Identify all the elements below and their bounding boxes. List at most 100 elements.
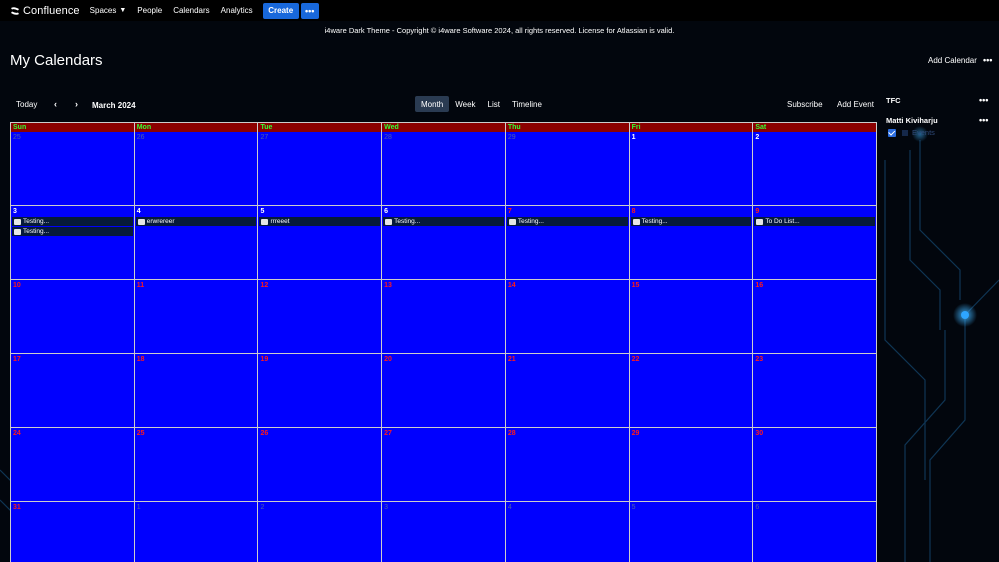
nav-calendars[interactable]: Calendars bbox=[173, 0, 209, 21]
calendar-item-events[interactable]: Events bbox=[888, 128, 935, 137]
weekday-wed: Wed bbox=[382, 122, 506, 132]
calendar-day-cell[interactable]: 17 bbox=[10, 354, 135, 428]
add-calendar-button[interactable]: Add Calendar bbox=[928, 56, 977, 65]
day-number: 15 bbox=[631, 282, 640, 289]
calendar-day-cell[interactable]: 18 bbox=[134, 354, 259, 428]
calendar-day-cell[interactable]: 6 bbox=[753, 502, 877, 562]
matti-more-button[interactable]: ••• bbox=[979, 115, 988, 125]
view-tab-list[interactable]: List bbox=[482, 96, 506, 112]
day-number: 10 bbox=[13, 282, 21, 289]
calendar-day-cell[interactable]: 22 bbox=[629, 354, 754, 428]
calendar-week: 3 Testing... Testing... 4 erwrereer 5 rrreeet 6… bbox=[10, 206, 877, 280]
view-tab-timeline[interactable]: Timeline bbox=[506, 96, 548, 112]
calendar-day-cell[interactable]: 24 bbox=[10, 428, 135, 502]
day-number: 25 bbox=[136, 430, 145, 437]
nav-analytics[interactable]: Analytics bbox=[221, 0, 253, 21]
calendar-day-cell[interactable]: 1 bbox=[134, 502, 259, 562]
calendar-day-cell[interactable]: 11 bbox=[134, 280, 259, 354]
calendar-day-cell[interactable]: 9 To Do List... bbox=[753, 206, 877, 280]
calendar-event[interactable]: erwrereer bbox=[135, 217, 257, 226]
calendar-day-cell[interactable]: 29 bbox=[505, 132, 630, 206]
calendar-day-cell[interactable]: 27 bbox=[258, 132, 383, 206]
calendar-week: 25 26 27 28 29 1 2 bbox=[10, 132, 877, 206]
today-button[interactable]: Today bbox=[16, 100, 37, 109]
day-number: 1 bbox=[631, 134, 636, 141]
create-more-button[interactable]: ••• bbox=[300, 2, 319, 19]
calendar-day-cell[interactable]: 12 bbox=[258, 280, 383, 354]
calendar-group-matti[interactable]: Matti Kiviharju bbox=[886, 116, 938, 125]
day-number: 22 bbox=[631, 356, 640, 363]
calendar-day-cell[interactable]: 10 bbox=[10, 280, 135, 354]
previous-month-button[interactable]: ‹ bbox=[54, 99, 57, 109]
day-number: 4 bbox=[507, 504, 512, 511]
month-calendar: Sun Mon Tue Wed Thu Fri Sat 25 26 27 28 29 1 2… bbox=[10, 122, 877, 562]
calendar-day-cell[interactable]: 14 bbox=[505, 280, 630, 354]
page-more-button[interactable]: ••• bbox=[983, 55, 992, 65]
day-number: 5 bbox=[260, 208, 265, 215]
calendar-day-cell[interactable]: 26 bbox=[134, 132, 259, 206]
calendar-day-cell[interactable]: 28 bbox=[505, 428, 630, 502]
calendar-day-cell[interactable]: 15 bbox=[629, 280, 754, 354]
weekday-thu: Thu bbox=[505, 122, 630, 132]
calendar-day-cell[interactable]: 7 Testing... bbox=[505, 206, 630, 280]
calendar-group-tfc[interactable]: TFC bbox=[886, 96, 901, 105]
confluence-logo[interactable]: Confluence bbox=[10, 0, 80, 21]
calendar-event[interactable]: Testing... bbox=[383, 217, 504, 226]
calendar-day-cell[interactable]: 4 erwrereer bbox=[134, 206, 259, 280]
day-number: 3 bbox=[13, 208, 17, 215]
calendar-day-cell[interactable]: 5 bbox=[629, 502, 754, 562]
calendar-day-cell[interactable]: 23 bbox=[753, 354, 877, 428]
day-number: 2 bbox=[260, 504, 265, 511]
calendar-day-cell[interactable]: 3 Testing... Testing... bbox=[10, 206, 135, 280]
calendar-day-cell[interactable]: 4 bbox=[505, 502, 630, 562]
calendar-day-cell[interactable]: 30 bbox=[753, 428, 877, 502]
calendar-day-cell[interactable]: 3 bbox=[382, 502, 506, 562]
next-month-button[interactable]: › bbox=[75, 99, 78, 109]
event-title: Testing... bbox=[23, 228, 50, 235]
weekday-mon: Mon bbox=[134, 122, 259, 132]
day-number: 1 bbox=[136, 504, 141, 511]
calendar-day-cell[interactable]: 25 bbox=[134, 428, 259, 502]
create-button[interactable]: Create bbox=[262, 2, 299, 19]
day-number: 25 bbox=[13, 134, 21, 141]
calendar-event[interactable]: Testing... bbox=[12, 227, 133, 236]
weekday-header: Sun Mon Tue Wed Thu Fri Sat bbox=[10, 122, 877, 132]
day-number: 27 bbox=[260, 134, 269, 141]
day-number: 17 bbox=[13, 356, 21, 363]
tfc-more-button[interactable]: ••• bbox=[979, 95, 988, 105]
calendar-day-cell[interactable]: 1 bbox=[629, 132, 754, 206]
calendar-day-cell[interactable]: 31 bbox=[10, 502, 135, 562]
nav-spaces[interactable]: Spaces ▼ bbox=[90, 0, 127, 21]
calendar-event-icon bbox=[261, 218, 269, 225]
calendar-day-cell[interactable]: 25 bbox=[10, 132, 135, 206]
calendar-day-cell[interactable]: 5 rrreeet bbox=[258, 206, 383, 280]
view-tab-week[interactable]: Week bbox=[449, 96, 481, 112]
calendar-day-cell[interactable]: 13 bbox=[382, 280, 506, 354]
calendar-day-cell[interactable]: 26 bbox=[258, 428, 383, 502]
calendar-day-cell[interactable]: 6 Testing... bbox=[382, 206, 506, 280]
calendar-day-cell[interactable]: 8 Testing... bbox=[629, 206, 754, 280]
calendar-event[interactable]: rrreeet bbox=[259, 217, 381, 226]
subscribe-button[interactable]: Subscribe bbox=[787, 100, 823, 109]
calendar-day-cell[interactable]: 20 bbox=[382, 354, 506, 428]
calendar-day-cell[interactable]: 27 bbox=[382, 428, 506, 502]
calendar-day-cell[interactable]: 2 bbox=[753, 132, 877, 206]
calendar-day-cell[interactable]: 29 bbox=[629, 428, 754, 502]
events-checkbox[interactable] bbox=[888, 128, 896, 137]
add-event-button[interactable]: Add Event bbox=[837, 100, 874, 109]
view-tab-month[interactable]: Month bbox=[415, 96, 450, 112]
day-number: 8 bbox=[631, 208, 636, 215]
nav-people[interactable]: People bbox=[137, 0, 162, 21]
calendar-event[interactable]: Testing... bbox=[630, 217, 752, 226]
logo-text: Confluence bbox=[23, 4, 80, 17]
calendar-day-cell[interactable]: 16 bbox=[753, 280, 877, 354]
calendar-event[interactable]: Testing... bbox=[12, 217, 133, 226]
calendar-week: 17 18 19 20 21 22 23 bbox=[10, 354, 877, 428]
day-number: 11 bbox=[136, 282, 145, 289]
calendar-day-cell[interactable]: 2 bbox=[258, 502, 383, 562]
calendar-event[interactable]: To Do List... bbox=[754, 217, 876, 226]
calendar-day-cell[interactable]: 19 bbox=[258, 354, 383, 428]
calendar-day-cell[interactable]: 28 bbox=[382, 132, 506, 206]
calendar-day-cell[interactable]: 21 bbox=[505, 354, 630, 428]
calendar-event[interactable]: Testing... bbox=[506, 217, 628, 226]
